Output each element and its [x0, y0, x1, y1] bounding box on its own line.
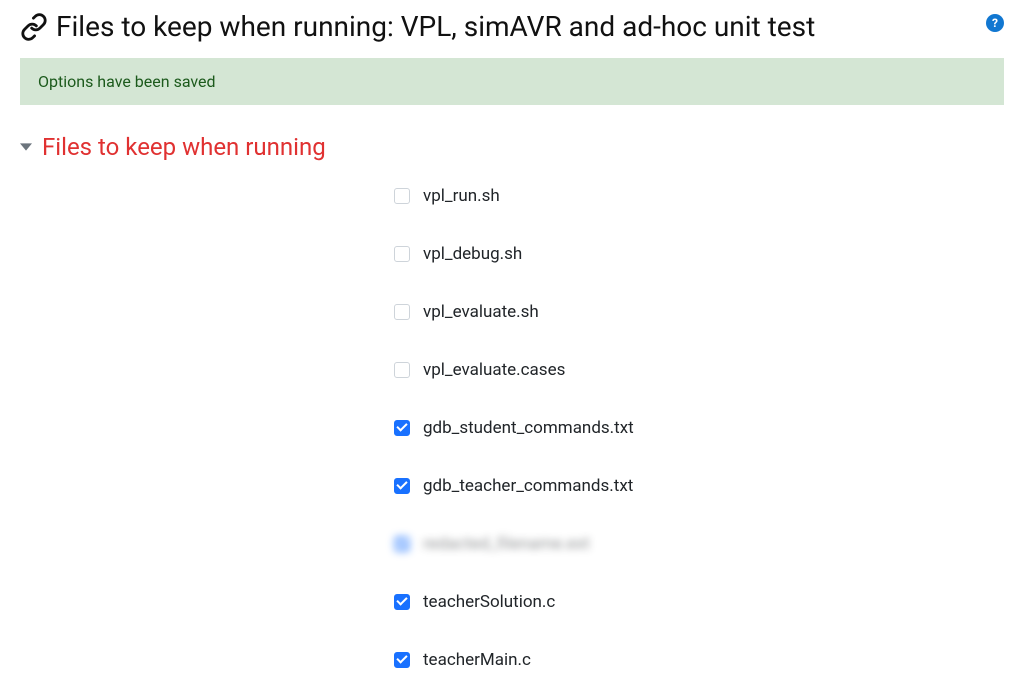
file-label[interactable]: vpl_debug.sh [423, 244, 522, 264]
files-list: vpl_run.sh vpl_debug.sh vpl_evaluate.shvpl… [20, 185, 1004, 671]
file-checkbox[interactable] [394, 478, 410, 494]
page-header: Files to keep when running: VPL, simAVR … [20, 10, 1004, 44]
file-item: vpl_debug.sh [390, 243, 1004, 265]
file-label[interactable]: vpl_run.sh [423, 186, 500, 206]
section-title: Files to keep when running [42, 133, 326, 161]
section-toggle[interactable]: Files to keep when running [20, 133, 1004, 161]
file-label[interactable]: vpl_evaluate.sh [423, 302, 539, 322]
file-checkbox[interactable] [394, 536, 410, 552]
file-label[interactable]: teacherSolution.c [423, 592, 555, 612]
link-icon [20, 13, 48, 41]
file-item: redacted_filename.ext [390, 533, 1004, 555]
status-alert: Options have been saved [20, 58, 1004, 105]
file-item: vpl_evaluate.sh [390, 301, 1004, 323]
file-item: vpl_run.sh [390, 185, 1004, 207]
help-icon[interactable]: ? [986, 14, 1004, 32]
file-checkbox[interactable] [394, 594, 410, 610]
file-checkbox[interactable] [394, 362, 410, 378]
file-label[interactable]: gdb_student_commands.txt [423, 418, 634, 438]
file-item: teacherSolution.c [390, 591, 1004, 613]
file-item: teacherMain.c [390, 649, 1004, 671]
file-item: gdb_teacher_commands.txt [390, 475, 1004, 497]
file-checkbox[interactable] [394, 246, 410, 262]
file-item: gdb_student_commands.txt [390, 417, 1004, 439]
file-item: vpl_evaluate.cases [390, 359, 1004, 381]
chevron-down-icon [20, 141, 32, 153]
file-label[interactable]: redacted_filename.ext [423, 534, 590, 554]
file-checkbox[interactable] [394, 304, 410, 320]
file-checkbox[interactable] [394, 652, 410, 668]
file-checkbox[interactable] [394, 188, 410, 204]
file-label[interactable]: teacherMain.c [423, 650, 531, 670]
file-label[interactable]: vpl_evaluate.cases [423, 360, 565, 380]
file-checkbox[interactable] [394, 420, 410, 436]
file-label[interactable]: gdb_teacher_commands.txt [423, 476, 633, 496]
page-title: Files to keep when running: VPL, simAVR … [56, 10, 982, 44]
